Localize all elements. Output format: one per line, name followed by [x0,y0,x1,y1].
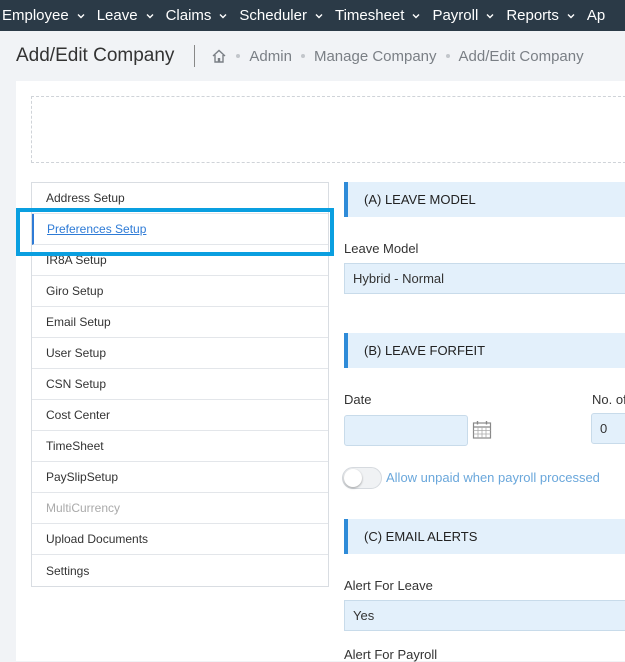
nav-payroll[interactable]: Payroll [432,7,506,24]
leave-model-select[interactable]: Hybrid - Normal [344,263,625,294]
breadcrumb-separator [236,54,241,58]
header-divider [194,45,196,67]
chevron-down-icon [486,13,494,18]
breadcrumb-add-edit-company: Add/Edit Company [458,47,584,65]
chevron-down-icon [146,13,154,18]
nav-apps-label: Ap [586,7,606,24]
section-leave-model-heading: (A) LEAVE MODEL [344,182,625,217]
allow-unpaid-label: Allow unpaid when payroll processed [386,470,600,485]
chevron-down-icon [567,13,575,18]
nav-payroll-label: Payroll [432,7,479,24]
menu-item-email-setup[interactable]: Email Setup [32,307,328,338]
breadcrumb: Admin Manage Company Add/Edit Company [211,47,584,65]
menu-item-multicurrency: MultiCurrency [32,493,328,524]
main-panel: Address Setup Preferences Setup IR8A Set… [16,81,625,662]
alert-for-leave-select[interactable]: Yes [344,600,625,631]
menu-item-address-setup[interactable]: Address Setup [32,183,328,214]
menu-item-preferences-setup[interactable]: Preferences Setup [32,214,328,245]
calendar-icon[interactable] [472,420,492,440]
breadcrumb-admin[interactable]: Admin [249,48,292,65]
forfeit-date-label: Date [344,392,372,407]
nav-timesheet[interactable]: Timesheet [335,7,432,24]
menu-item-ir8a-setup[interactable]: IR8A Setup [32,245,328,276]
menu-item-timesheet[interactable]: TimeSheet [32,431,328,462]
breadcrumb-separator [300,54,305,58]
chevron-down-icon [219,13,227,18]
nav-reports[interactable]: Reports [506,7,587,24]
nav-leave[interactable]: Leave [97,7,166,24]
section-email-alerts-heading: (C) EMAIL ALERTS [344,519,625,554]
chevron-down-icon [77,13,85,18]
nav-claims[interactable]: Claims [166,7,240,24]
allow-unpaid-toggle[interactable] [342,467,382,489]
menu-item-giro-setup[interactable]: Giro Setup [32,276,328,307]
nav-timesheet-label: Timesheet [334,7,405,24]
nav-claims-label: Claims [165,7,212,24]
breadcrumb-manage-company[interactable]: Manage Company [314,48,437,65]
nav-scheduler[interactable]: Scheduler [239,7,335,24]
page-header: Add/Edit Company Admin Manage Company Ad… [0,31,625,81]
page-title: Add/Edit Company [16,45,175,66]
toggle-knob [344,469,362,487]
setup-menu: Address Setup Preferences Setup IR8A Set… [31,182,329,587]
breadcrumb-separator [445,54,450,58]
forfeit-date-input[interactable] [344,415,468,446]
top-nav-bar: Employee Leave Claims Scheduler Timeshee… [0,0,625,31]
section-leave-forfeit-heading: (B) LEAVE FORFEIT [344,333,625,368]
nav-employee-label: Employee [2,7,69,24]
nav-leave-label: Leave [96,7,138,24]
nav-scheduler-label: Scheduler [239,7,307,24]
chevron-down-icon [412,13,420,18]
menu-item-csn-setup[interactable]: CSN Setup [32,369,328,400]
menu-item-user-setup[interactable]: User Setup [32,338,328,369]
nav-employee[interactable]: Employee [2,7,97,24]
chevron-down-icon [315,13,323,18]
upload-drop-area[interactable] [31,96,625,163]
home-icon[interactable] [211,48,227,64]
alert-for-leave-label: Alert For Leave [344,578,433,593]
forfeit-number-input[interactable]: 0 [591,413,625,444]
forfeit-number-label: No. of [592,392,625,407]
menu-item-upload-documents[interactable]: Upload Documents [32,524,328,555]
alert-for-payroll-label: Alert For Payroll [344,647,438,662]
nav-apps[interactable]: Ap [587,7,615,24]
menu-item-settings[interactable]: Settings [32,555,328,586]
menu-item-cost-center[interactable]: Cost Center [32,400,328,431]
menu-item-payslip-setup[interactable]: PaySlipSetup [32,462,328,493]
nav-reports-label: Reports [506,7,559,24]
leave-model-label: Leave Model [344,241,419,256]
